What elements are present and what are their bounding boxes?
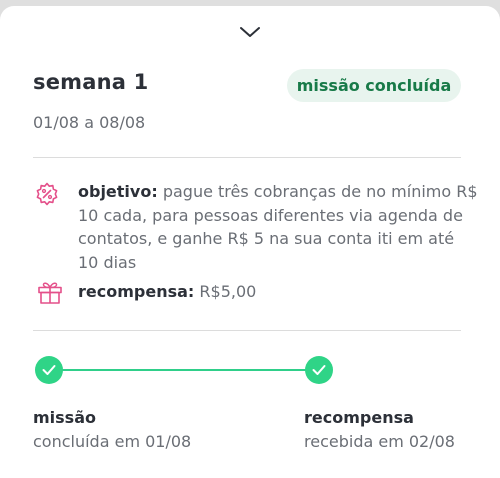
chevron-down-icon[interactable] [239,24,261,38]
date-range: 01/08 a 08/08 [33,113,146,132]
discount-badge-icon [35,182,59,206]
divider [33,330,461,331]
mission-step-subtitle: concluída em 01/08 [33,432,192,451]
reward-value: R$5,00 [199,282,257,301]
reward-step-subtitle: recebida em 02/08 [304,432,455,451]
reward-step-title: recompensa [304,408,414,427]
mission-title: semana 1 [33,70,149,94]
progress-line [49,369,319,371]
divider [33,157,461,158]
status-badge: missão concluída [287,69,461,102]
reward-label: recompensa: [78,282,195,301]
gift-icon [37,279,63,305]
objective-label: objetivo: [78,182,158,201]
mission-step-title: missão [33,408,96,427]
mission-step-check-icon [35,356,63,384]
reward-info: recompensa: R$5,00 [78,282,256,301]
reward-step-check-icon [305,356,333,384]
objective-description: objetivo: pague três cobranças de no mín… [78,180,478,274]
